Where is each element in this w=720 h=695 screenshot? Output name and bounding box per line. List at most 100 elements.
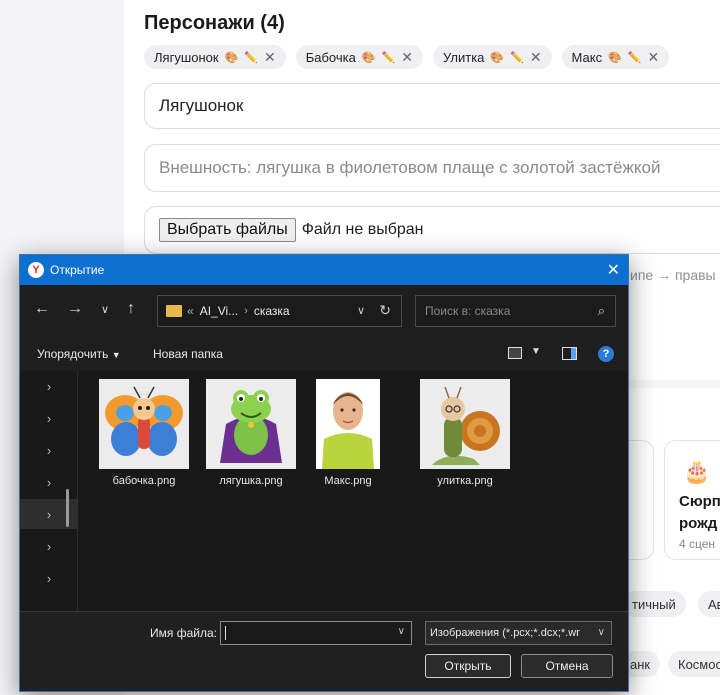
- file-item[interactable]: Макс.png: [308, 379, 388, 487]
- address-dropdown-icon[interactable]: ∨: [357, 304, 365, 317]
- palette-icon[interactable]: 🎨: [362, 51, 376, 64]
- up-arrow-icon[interactable]: ↑: [127, 300, 135, 318]
- folder-icon: [166, 305, 182, 317]
- remove-icon[interactable]: ✕: [648, 49, 660, 66]
- chevron-down-icon[interactable]: ∨: [398, 626, 405, 637]
- photo-thumbnail: [316, 379, 380, 469]
- nav-tree-expander[interactable]: ›: [20, 371, 78, 401]
- style-tag[interactable]: Ав: [698, 591, 720, 617]
- character-chip[interactable]: Лягушонок 🎨 ✏️ ✕: [144, 45, 286, 69]
- file-name: Макс.png: [324, 475, 372, 487]
- search-input[interactable]: Поиск в: сказка ⌕: [415, 295, 616, 327]
- file-upload-field: Выбрать файлы Файл не выбран: [144, 206, 720, 254]
- palette-icon[interactable]: 🎨: [225, 51, 239, 64]
- character-chip[interactable]: Улитка 🎨 ✏️ ✕: [433, 45, 552, 69]
- back-arrow-icon[interactable]: ←: [34, 300, 50, 318]
- nav-tree-expander[interactable]: ›: [20, 563, 78, 593]
- character-chips: Лягушонок 🎨 ✏️ ✕ Бабочка 🎨 ✏️ ✕ Улитка 🎨…: [144, 45, 670, 69]
- remove-icon[interactable]: ✕: [264, 49, 276, 66]
- character-name-value: Лягушонок: [159, 96, 244, 115]
- pencil-icon[interactable]: ✏️: [510, 51, 524, 64]
- hint-text: ипе → правы: [630, 267, 716, 283]
- chevron-right-icon: ›: [46, 474, 52, 490]
- choose-files-button[interactable]: Выбрать файлы: [159, 218, 296, 242]
- dialog-footer: Имя файла: ∨ Изображения (*.pcx;*.dcx;*.…: [20, 611, 628, 691]
- view-dropdown-icon[interactable]: ▼: [531, 346, 541, 357]
- breadcrumb-item[interactable]: AI_Vi...: [200, 304, 238, 318]
- story-card-subtitle: 4 сцен: [679, 537, 716, 551]
- file-name: лягушка.png: [219, 475, 283, 487]
- nav-tree-expander[interactable]: ›: [20, 435, 78, 465]
- breadcrumb-separator-icon: ›: [244, 305, 248, 317]
- butterfly-thumbnail: [99, 379, 189, 469]
- story-card-title: Сюрп рожд: [679, 493, 720, 532]
- navigation-pane: › › › › › › ›: [20, 371, 78, 611]
- file-item[interactable]: бабочка.png: [94, 379, 194, 487]
- character-chip-label: Улитка: [443, 49, 485, 65]
- organize-label: Упорядочить: [37, 347, 109, 361]
- close-icon[interactable]: ✕: [607, 260, 620, 280]
- cake-icon: 🎂: [683, 459, 711, 484]
- appearance-placeholder: Внешность: лягушка в фиолетовом плаще с …: [159, 158, 661, 177]
- nav-tree-expander[interactable]: ›: [20, 499, 78, 529]
- file-list: бабочка.png лягушка.png Макс.png улитка.…: [78, 371, 628, 611]
- style-tag[interactable]: тичный: [622, 591, 686, 617]
- characters-title: Персонажи (4): [144, 12, 285, 34]
- file-item[interactable]: лягушка.png: [201, 379, 301, 487]
- forward-arrow-icon[interactable]: →: [67, 300, 83, 318]
- remove-icon[interactable]: ✕: [401, 49, 413, 66]
- style-tag[interactable]: Космос: [668, 651, 720, 677]
- chevron-right-icon: ›: [46, 410, 52, 426]
- file-name: улитка.png: [437, 475, 493, 487]
- refresh-icon[interactable]: ↻: [379, 302, 391, 319]
- story-card-partial[interactable]: [628, 440, 654, 560]
- breadcrumb-prefix: «: [187, 304, 194, 318]
- chevron-right-icon: ›: [46, 570, 52, 586]
- background-strip: [628, 305, 720, 357]
- snail-thumbnail: [420, 379, 510, 469]
- text-cursor: [225, 626, 226, 640]
- nav-tree-expander[interactable]: ›: [20, 403, 78, 433]
- new-folder-button[interactable]: Новая папка: [153, 347, 223, 361]
- dialog-titlebar[interactable]: Y Открытие ✕: [20, 255, 628, 285]
- pencil-icon[interactable]: ✏️: [628, 51, 642, 64]
- organize-menu[interactable]: Упорядочить ▼: [37, 347, 121, 361]
- yandex-browser-icon: Y: [28, 262, 44, 278]
- palette-icon[interactable]: 🎨: [608, 51, 622, 64]
- navigation-bar: ← → ∨ ↑ « AI_Vi... › сказка ∨ ↻ Поиск в:…: [20, 285, 628, 337]
- address-bar[interactable]: « AI_Vi... › сказка ∨ ↻: [157, 295, 402, 327]
- help-icon[interactable]: ?: [598, 346, 614, 362]
- chevron-down-icon: ▼: [111, 350, 121, 360]
- filetype-select[interactable]: Изображения (*.pcx;*.dcx;*.wr ∨: [425, 621, 612, 645]
- cancel-button[interactable]: Отмена: [521, 654, 613, 678]
- file-name: бабочка.png: [112, 475, 176, 487]
- story-card[interactable]: 🎂 Сюрп рожд 4 сцен: [664, 440, 720, 560]
- view-mode-icon[interactable]: [508, 347, 522, 359]
- character-name-input[interactable]: Лягушонок: [144, 83, 720, 129]
- character-chip-label: Бабочка: [305, 49, 356, 65]
- chevron-right-icon: ›: [46, 442, 52, 458]
- recent-locations-chevron-icon[interactable]: ∨: [101, 303, 109, 316]
- filetype-value: Изображения (*.pcx;*.dcx;*.wr: [430, 627, 580, 639]
- nav-tree-expander[interactable]: ›: [20, 531, 78, 561]
- preview-pane-icon[interactable]: [562, 347, 577, 360]
- nav-tree-expander[interactable]: ›: [20, 467, 78, 497]
- search-icon: ⌕: [597, 303, 605, 318]
- breadcrumb-item[interactable]: сказка: [254, 304, 290, 318]
- character-chip-label: Макс: [571, 49, 603, 65]
- chevron-right-icon: ›: [46, 378, 52, 394]
- remove-icon[interactable]: ✕: [530, 49, 542, 66]
- pencil-icon[interactable]: ✏️: [244, 51, 258, 64]
- character-chip[interactable]: Макс 🎨 ✏️ ✕: [561, 45, 670, 69]
- file-item[interactable]: улитка.png: [415, 379, 515, 487]
- dialog-title: Открытие: [50, 263, 105, 277]
- character-chip-label: Лягушонок: [154, 49, 219, 65]
- file-status: Файл не выбран: [301, 221, 424, 238]
- character-chip[interactable]: Бабочка 🎨 ✏️ ✕: [295, 45, 423, 69]
- pencil-icon[interactable]: ✏️: [382, 51, 396, 64]
- palette-icon[interactable]: 🎨: [490, 51, 504, 64]
- filename-input[interactable]: ∨: [220, 621, 412, 645]
- open-button[interactable]: Открыть: [425, 654, 511, 678]
- nav-pane-scrollbar[interactable]: [66, 489, 69, 527]
- appearance-input[interactable]: Внешность: лягушка в фиолетовом плаще с …: [144, 144, 720, 192]
